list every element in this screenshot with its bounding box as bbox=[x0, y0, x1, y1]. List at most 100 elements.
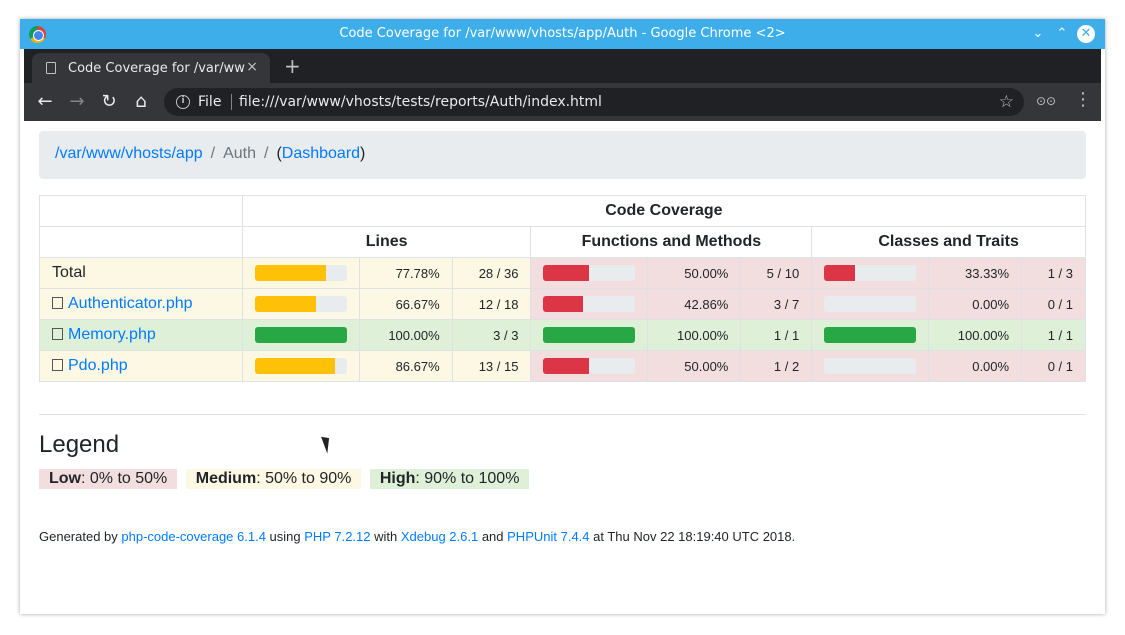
lines-progress-bar bbox=[254, 296, 347, 312]
classes-bar-cell bbox=[811, 319, 930, 351]
footer-text: with bbox=[370, 529, 401, 544]
address-bar[interactable]: i File file:///var/www/vhosts/tests/repo… bbox=[164, 88, 1024, 116]
lines-progress-fill bbox=[254, 265, 327, 281]
browser-tab[interactable]: Code Coverage for /var/ww × bbox=[32, 53, 270, 83]
table-row: Total 77.78% 28 / 36 50.00% 5 / 10 33.33% 1 / … bbox=[39, 257, 1086, 289]
functions-progress-bar bbox=[543, 265, 636, 281]
functions-progress-bar bbox=[543, 296, 636, 312]
bookmark-star-icon[interactable]: ☆ bbox=[999, 92, 1014, 112]
functions-header: Functions and Methods bbox=[530, 226, 813, 258]
breadcrumb-separator: / bbox=[210, 145, 216, 162]
reload-button[interactable]: ↻ bbox=[98, 91, 120, 113]
classes-progress-fill bbox=[824, 327, 917, 343]
footer-text: Generated by bbox=[39, 529, 122, 544]
lines-progress-fill bbox=[254, 327, 347, 343]
breadcrumb: /var/www/vhosts/app / Auth / (Dashboard) bbox=[39, 131, 1086, 179]
legend-title: Legend bbox=[39, 431, 120, 458]
table-row: Memory.php 100.00% 3 / 3 100.00% 1 / 1 100.00… bbox=[39, 319, 1086, 351]
functions-percent: 50.00% bbox=[647, 257, 742, 289]
functions-bar-cell bbox=[530, 257, 649, 289]
tab-strip: Code Coverage for /var/ww × + bbox=[24, 49, 1101, 83]
file-link[interactable]: Pdo.php bbox=[68, 357, 128, 374]
lines-percent: 77.78% bbox=[358, 257, 453, 289]
lines-progress-fill bbox=[254, 296, 317, 312]
extension-icon[interactable]: ⊙⊙ bbox=[1036, 94, 1056, 108]
lines-bar-cell bbox=[241, 288, 360, 320]
home-button[interactable]: ⌂ bbox=[130, 91, 152, 113]
address-separator bbox=[231, 94, 232, 110]
tab-close-icon[interactable]: × bbox=[246, 59, 258, 75]
new-tab-button[interactable]: + bbox=[284, 54, 301, 78]
document-icon bbox=[46, 62, 56, 74]
breadcrumb-current: Auth bbox=[223, 145, 256, 162]
url-text[interactable]: file:///var/www/vhosts/tests/reports/Aut… bbox=[239, 94, 602, 110]
table-row: Pdo.php 86.67% 13 / 15 50.00% 1 / 2 0.00% 0 / … bbox=[39, 350, 1086, 382]
footer-text: and bbox=[478, 529, 508, 544]
classes-count: 0 / 1 bbox=[1021, 350, 1086, 382]
forward-button[interactable]: → bbox=[66, 91, 88, 113]
breadcrumb-paren: ) bbox=[360, 145, 366, 162]
php-code-coverage-link[interactable]: php-code-coverage 6.1.4 bbox=[121, 529, 266, 544]
functions-count: 5 / 10 bbox=[740, 257, 813, 289]
window-title: Code Coverage for /var/www/vhosts/app/Au… bbox=[339, 26, 786, 41]
classes-progress-fill bbox=[824, 265, 855, 281]
file-link[interactable]: Authenticator.php bbox=[68, 295, 193, 312]
dashboard-link[interactable]: Dashboard bbox=[282, 145, 360, 162]
back-button[interactable]: ← bbox=[34, 91, 56, 113]
php-link[interactable]: PHP 7.2.12 bbox=[304, 529, 370, 544]
total-label: Total bbox=[52, 264, 86, 281]
classes-header: Classes and Traits bbox=[811, 226, 1086, 258]
lines-percent: 86.67% bbox=[358, 350, 453, 382]
classes-progress-bar bbox=[824, 296, 917, 312]
breadcrumb-root-link[interactable]: /var/www/vhosts/app bbox=[55, 145, 203, 162]
file-link[interactable]: Memory.php bbox=[68, 326, 156, 343]
classes-count: 0 / 1 bbox=[1021, 288, 1086, 320]
functions-bar-cell bbox=[530, 350, 649, 382]
legend-medium-label: Medium bbox=[195, 470, 257, 487]
functions-count: 3 / 7 bbox=[740, 288, 813, 320]
functions-percent: 50.00% bbox=[647, 350, 742, 382]
legend-medium-range: : 50% to 90% bbox=[256, 470, 352, 487]
classes-bar-cell bbox=[811, 257, 930, 289]
footer-text: at Thu Nov 22 18:19:40 UTC 2018. bbox=[589, 529, 796, 544]
file-icon bbox=[52, 359, 63, 371]
functions-progress-bar bbox=[543, 327, 636, 343]
classes-bar-cell bbox=[811, 288, 930, 320]
coverage-table: Code Coverage Lines Functions and Method… bbox=[39, 195, 1087, 382]
lines-progress-bar bbox=[254, 265, 347, 281]
mouse-cursor bbox=[321, 434, 334, 454]
legend-low-range: : 0% to 50% bbox=[81, 470, 168, 487]
page-content: /var/www/vhosts/app / Auth / (Dashboard) Cod… bbox=[24, 121, 1101, 611]
minimize-icon[interactable]: ⌄ bbox=[1029, 25, 1047, 43]
functions-progress-bar bbox=[543, 358, 636, 374]
xdebug-link[interactable]: Xdebug 2.6.1 bbox=[401, 529, 478, 544]
close-window-icon[interactable]: ✕ bbox=[1077, 25, 1095, 43]
maximize-icon[interactable]: ⌃ bbox=[1053, 25, 1071, 43]
functions-progress-fill bbox=[543, 265, 590, 281]
classes-percent: 100.00% bbox=[928, 319, 1023, 351]
classes-percent: 0.00% bbox=[928, 288, 1023, 320]
lines-progress-fill bbox=[254, 358, 335, 374]
footer: Generated by php-code-coverage 6.1.4 usi… bbox=[39, 529, 795, 544]
lines-bar-cell bbox=[241, 319, 360, 351]
functions-percent: 100.00% bbox=[647, 319, 742, 351]
lines-progress-bar bbox=[254, 358, 347, 374]
file-icon bbox=[52, 297, 63, 309]
phpunit-link[interactable]: PHPUnit 7.4.4 bbox=[507, 529, 589, 544]
lines-count: 12 / 18 bbox=[451, 288, 532, 320]
functions-percent: 42.86% bbox=[647, 288, 742, 320]
name-cell: Memory.php bbox=[39, 319, 243, 351]
functions-count: 1 / 2 bbox=[740, 350, 813, 382]
lines-bar-cell bbox=[241, 350, 360, 382]
tab-title: Code Coverage for /var/ww bbox=[68, 61, 245, 76]
classes-progress-bar bbox=[824, 327, 917, 343]
classes-progress-bar bbox=[824, 265, 917, 281]
legend-low: Low: 0% to 50% bbox=[39, 469, 178, 489]
coverage-body: Total 77.78% 28 / 36 50.00% 5 / 10 33.33% 1 / … bbox=[39, 257, 1086, 382]
menu-icon[interactable]: ⋮ bbox=[1074, 89, 1092, 110]
footer-text: using bbox=[265, 529, 305, 544]
name-cell: Pdo.php bbox=[39, 350, 243, 382]
browser-window: Code Coverage for /var/www/vhosts/app/Au… bbox=[20, 19, 1105, 614]
legend-high-range: : 90% to 100% bbox=[415, 470, 520, 487]
info-icon[interactable]: i bbox=[176, 95, 190, 109]
